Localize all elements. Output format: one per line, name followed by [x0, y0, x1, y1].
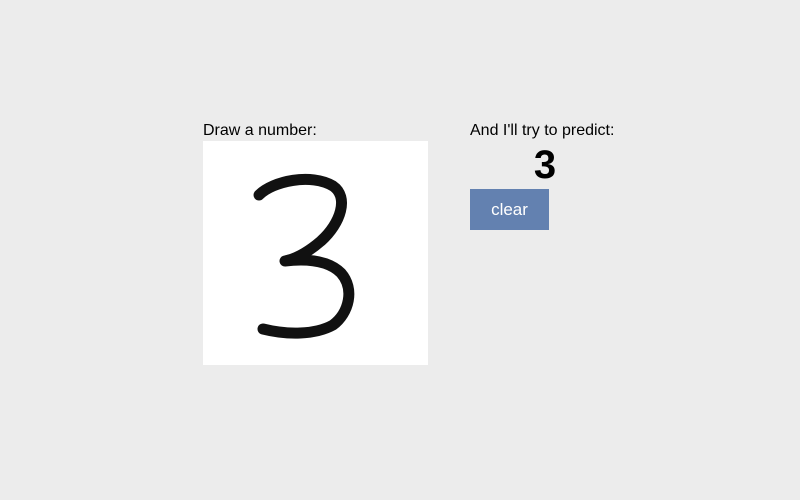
drawn-digit-strokes [253, 174, 355, 339]
clear-button[interactable]: clear [470, 189, 549, 230]
predict-label: And I'll try to predict: [470, 122, 615, 139]
draw-panel: Draw a number: [203, 121, 429, 365]
draw-label: Draw a number: [203, 122, 317, 139]
predict-panel: And I'll try to predict: 3 clear [470, 121, 670, 230]
drawn-stroke [253, 174, 355, 339]
prediction-value: 3 [533, 143, 557, 187]
app: Draw a number: And I'll try to predict: … [0, 0, 800, 500]
drawing-canvas[interactable] [203, 141, 428, 365]
